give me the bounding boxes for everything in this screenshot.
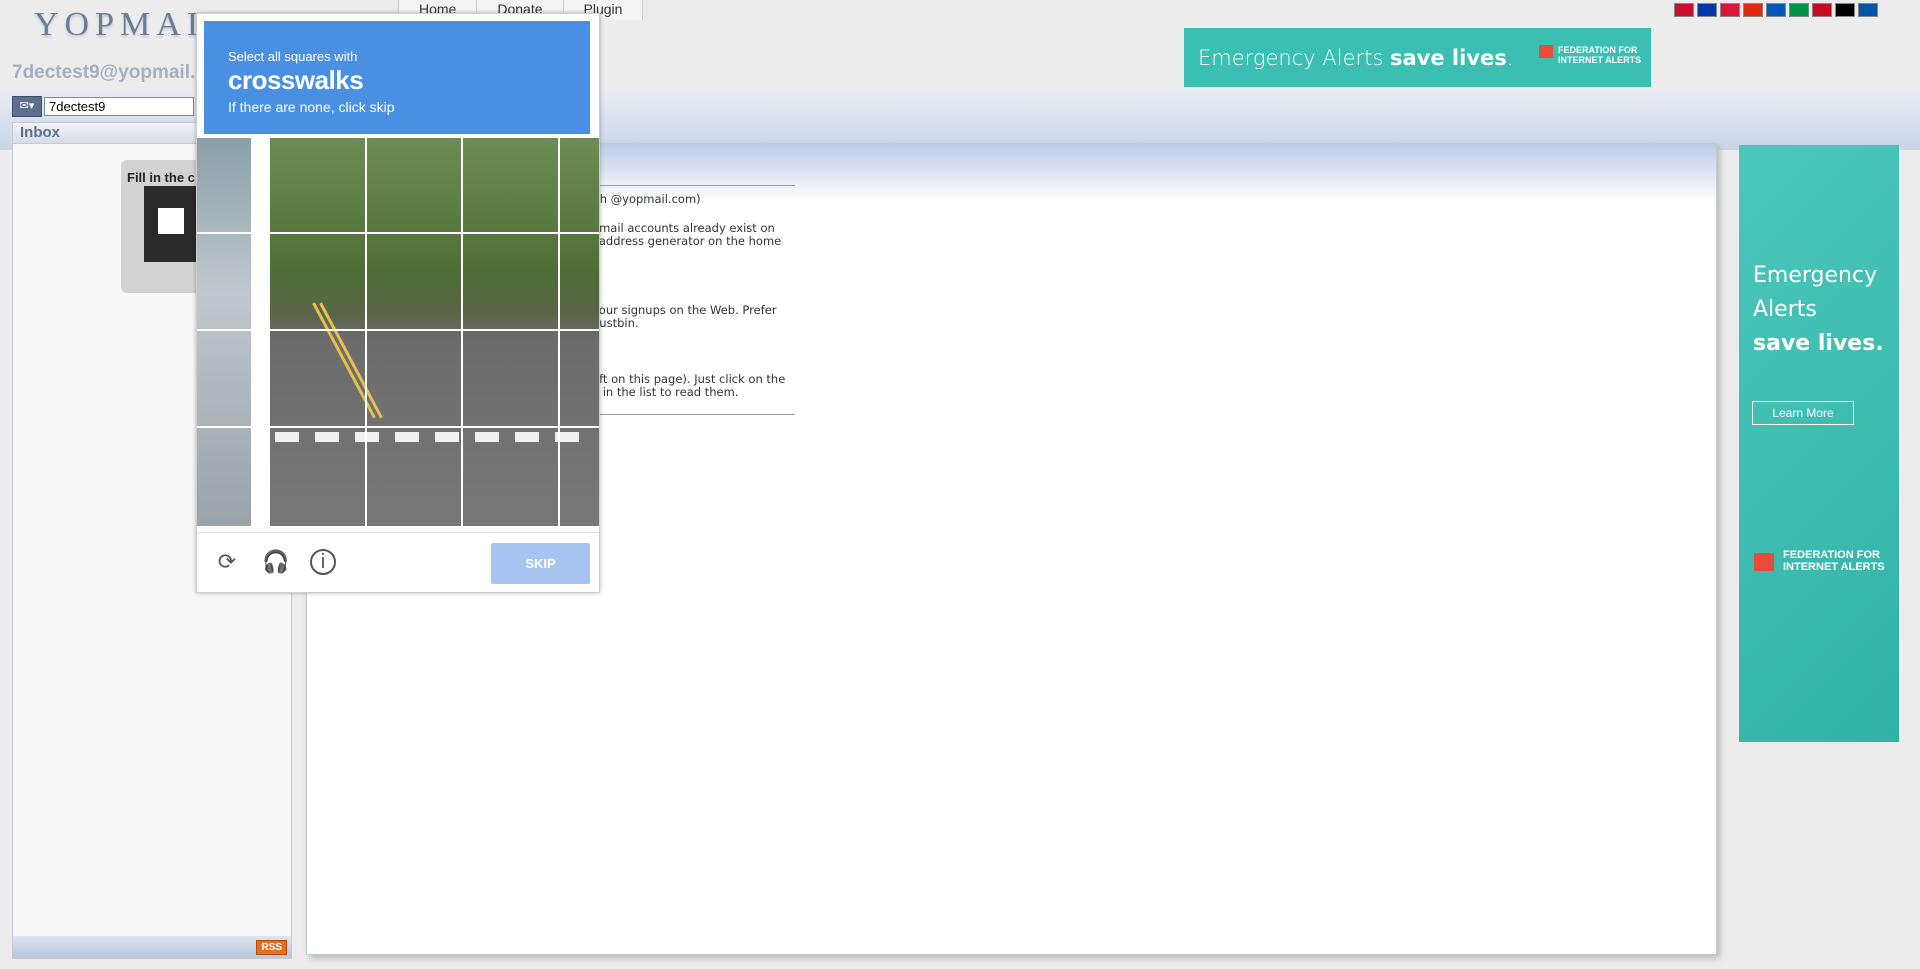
language-flag-icon[interactable] (1743, 3, 1763, 17)
info-line-7: e in the list to read them. (592, 385, 739, 399)
captcha-tile[interactable] (270, 331, 365, 426)
language-flag-icon[interactable] (1812, 3, 1832, 17)
language-flag-icon[interactable] (1858, 3, 1878, 17)
captcha-tile[interactable] (463, 138, 558, 232)
language-flag-icon[interactable] (1835, 3, 1855, 17)
fill-label: Fill in the c (127, 170, 195, 185)
captcha-tile[interactable] (367, 138, 461, 232)
inbox-footer: RSS (13, 936, 291, 958)
side-ad-line3: save lives. (1753, 331, 1884, 356)
login-input[interactable] (44, 97, 194, 116)
language-flag-icon[interactable] (1697, 3, 1717, 17)
captcha-tile[interactable] (367, 234, 461, 329)
language-flag-icon[interactable] (1789, 3, 1809, 17)
side-ad-org: FEDERATION FOR INTERNET ALERTS (1783, 549, 1885, 573)
captcha-instruction: Select all squares with (228, 49, 358, 64)
flag-logo-icon (1754, 553, 1774, 571)
language-flag-icon[interactable] (1766, 3, 1786, 17)
divider (590, 185, 795, 186)
side-ad-banner[interactable]: Emergency Alerts save lives. Learn More … (1739, 145, 1899, 742)
captcha-tile[interactable] (560, 138, 599, 232)
skip-button[interactable]: SKIP (491, 543, 590, 584)
language-flag-icon[interactable] (1674, 3, 1694, 17)
captcha-tile[interactable] (270, 428, 365, 526)
captcha-tile-grid (197, 138, 599, 526)
side-ad-line2: Alerts (1753, 297, 1817, 322)
flag-logo-icon (1539, 45, 1553, 58)
captcha-tile[interactable] (270, 138, 365, 232)
top-ad-org: FEDERATION FOR INTERNET ALERTS (1558, 45, 1642, 65)
language-flag-icon[interactable] (1720, 3, 1740, 17)
divider-bottom (590, 414, 795, 415)
captcha-tile[interactable] (560, 331, 599, 426)
captcha-tile[interactable] (367, 428, 461, 526)
audio-icon[interactable]: 🎧 (262, 549, 289, 575)
captcha-footer: ⟳ 🎧 i SKIP (197, 532, 599, 593)
language-flags (1674, 3, 1878, 17)
info-line-3: l address generator on the home (592, 234, 782, 248)
info-icon[interactable]: i (310, 549, 336, 575)
captcha-hint: If there are none, click skip (228, 99, 395, 115)
captcha-tile[interactable] (463, 331, 558, 426)
side-ad-line1: Emergency (1753, 263, 1878, 288)
top-ad-headline: Emergency Alerts save lives. (1198, 46, 1514, 70)
rss-button[interactable]: RSS (256, 940, 287, 955)
captcha-tile[interactable] (463, 234, 558, 329)
mailbox-icon[interactable]: ✉▾ (12, 96, 42, 117)
reload-icon[interactable]: ⟳ (214, 549, 240, 575)
info-line-1: ith @yopmail.com) (592, 192, 701, 206)
top-ad-banner[interactable]: Emergency Alerts save lives. FEDERATION … (1184, 28, 1651, 87)
captcha-tile[interactable] (463, 428, 558, 526)
captcha-strip (197, 138, 251, 526)
captcha-tile[interactable] (560, 234, 599, 329)
captcha-target: crosswalks (228, 65, 364, 95)
captcha-tile[interactable] (560, 428, 599, 526)
login-row: ✉▾ (12, 96, 214, 117)
captcha-header: Select all squares with crosswalks If th… (204, 21, 590, 134)
captcha-tile[interactable] (367, 331, 461, 426)
video-box[interactable] (144, 186, 202, 262)
captcha-dialog: Select all squares with crosswalks If th… (196, 13, 600, 593)
play-icon (158, 208, 184, 234)
learn-more-button[interactable]: Learn More (1752, 401, 1854, 425)
captcha-tile[interactable] (270, 234, 365, 329)
